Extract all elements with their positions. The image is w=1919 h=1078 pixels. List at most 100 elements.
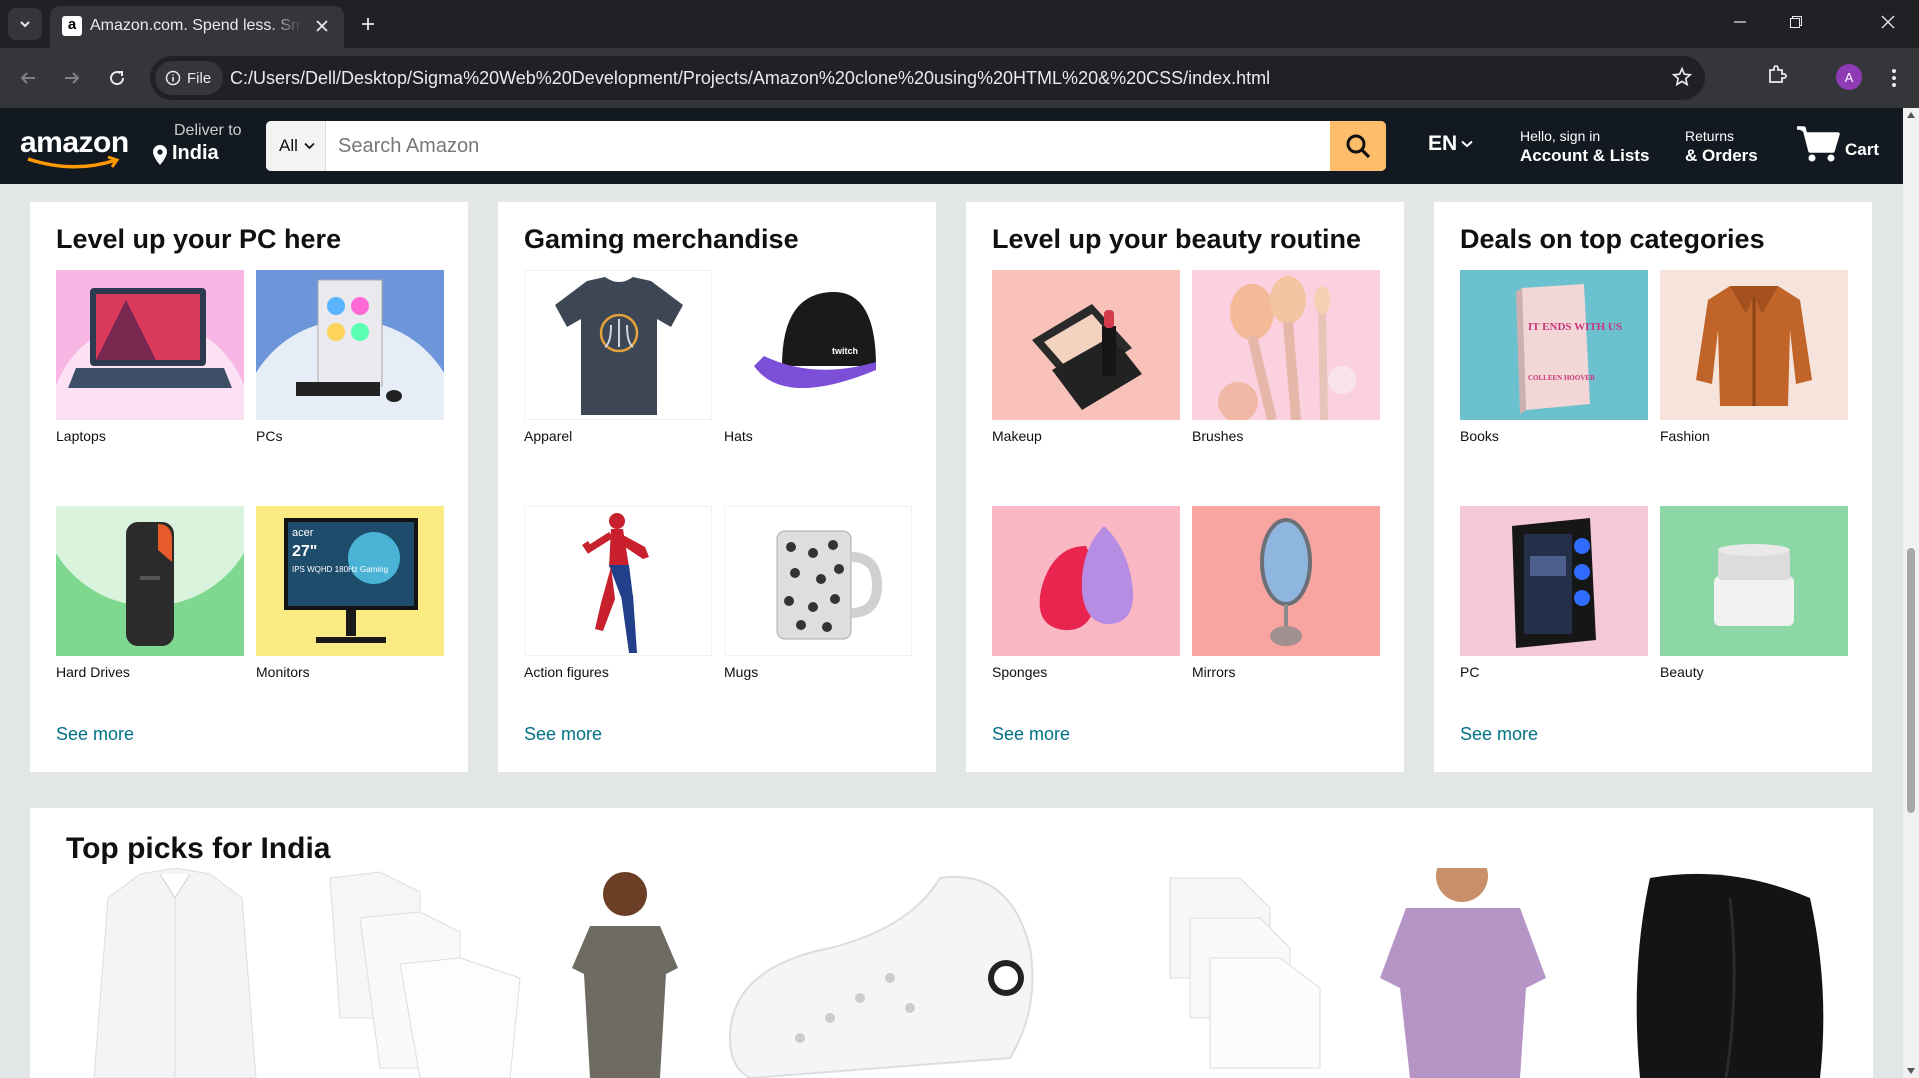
see-more-link[interactable]: See more [1460,724,1538,745]
cart-label: Cart [1845,140,1880,159]
language-selector[interactable]: EN [1428,132,1473,156]
close-icon [316,20,328,32]
address-bar[interactable]: File C:/Users/Dell/Desktop/Sigma%20Web%2… [150,56,1705,100]
close-icon [1881,15,1895,29]
tile-mirrors[interactable]: Mirrors [1192,506,1380,680]
scrollbar-thumb[interactable] [1907,548,1915,813]
tile-sponges[interactable]: Sponges [992,506,1180,680]
tile-hats[interactable]: twitch Hats [724,270,912,444]
tab-search-button[interactable] [8,8,42,40]
gaming-pc-image [1460,506,1648,656]
account-label: Account & Lists [1520,146,1650,165]
book-author-text: COLLEEN HOOVER [1528,374,1596,382]
bookmark-star-button[interactable] [1671,66,1693,93]
tile-laptops[interactable]: Laptops [56,270,244,444]
file-label: File [187,69,212,87]
tile-apparel[interactable]: Apparel [524,270,712,444]
pick-black-shorts[interactable] [1630,868,1830,1078]
scroll-down-arrow-icon[interactable] [1907,1068,1915,1074]
url-text[interactable]: C:/Users/Dell/Desktop/Sigma%20Web%20Deve… [230,68,1270,89]
minimize-button[interactable] [1712,0,1768,44]
returns-and-orders[interactable]: Returns & Orders [1685,128,1758,166]
chevron-down-icon [1461,140,1473,148]
sponges-image [992,506,1180,656]
tile-mugs[interactable]: Mugs [724,506,912,680]
tshirt-image [524,270,712,420]
reload-button[interactable] [101,62,133,94]
monitor-size-text: 27" [292,543,317,560]
hard-drive-image [56,506,244,656]
see-more-link[interactable]: See more [56,724,134,745]
tile-label: Hats [724,428,753,444]
new-tab-button[interactable] [352,8,384,40]
browser-tab[interactable]: a Amazon.com. Spend less. Smile more. [50,6,344,48]
location-pin-icon [153,145,167,165]
tile-monitors[interactable]: acer 27" IPS WQHD 180Hz Gaming Monitors [256,506,444,680]
amazon-logo[interactable]: amazon [20,126,130,170]
card-pc: Level up your PC here Laptops PCs Hard D… [30,202,468,772]
top-picks-title: Top picks for India [66,832,331,865]
tile-action-figures[interactable]: Action figures [524,506,712,680]
orders-label: & Orders [1685,146,1758,165]
see-more-link[interactable]: See more [524,724,602,745]
more-vertical-icon [1892,69,1896,87]
pc-image [256,270,444,420]
tile-label: Apparel [524,428,573,444]
tile-label: Brushes [1192,428,1244,444]
action-figure-image [524,506,712,656]
monitor-brand-text: acer [292,527,314,539]
tile-label: Monitors [256,664,310,680]
pick-white-tees[interactable] [310,868,530,1078]
tile-hard-drives[interactable]: Hard Drives [56,506,244,680]
tile-label: PC [1460,664,1480,680]
see-more-link[interactable]: See more [992,724,1070,745]
search-category-select[interactable]: All [266,121,326,171]
browser-menu-button[interactable] [1880,62,1908,94]
tile-label: Books [1460,428,1499,444]
amazon-navbar: amazon Deliver to India All EN Hello, si… [0,108,1903,184]
forward-button[interactable] [56,62,88,94]
monitor-image: acer 27" IPS WQHD 180Hz Gaming [256,506,444,656]
tab-close-button[interactable] [310,14,334,38]
jacket-image [1660,270,1848,420]
tile-label: Fashion [1660,428,1710,444]
site-info-chip[interactable]: File [155,61,223,95]
pick-white-clogs[interactable] [710,868,1060,1078]
extensions-button[interactable] [1766,62,1790,91]
account-and-lists[interactable]: Hello, sign in Account & Lists [1520,128,1649,166]
card-title: Gaming merchandise [524,224,799,254]
tile-pcs[interactable]: PCs [256,270,444,444]
search-button[interactable] [1330,121,1386,171]
page-scrollbar[interactable] [1903,108,1919,1078]
tile-pc[interactable]: PC [1460,506,1648,680]
tile-brushes[interactable]: Brushes [1192,270,1380,444]
scroll-up-arrow-icon[interactable] [1907,112,1915,118]
amazon-favicon-icon: a [62,16,82,36]
minimize-icon [1734,21,1746,23]
tile-fashion[interactable]: Fashion [1660,270,1848,444]
browser-toolbar: File C:/Users/Dell/Desktop/Sigma%20Web%2… [0,48,1919,108]
tab-title: Amazon.com. Spend less. Smile more. [90,17,302,34]
profile-avatar[interactable]: A [1836,64,1862,90]
mirror-image [1192,506,1380,656]
pick-grey-tee[interactable] [560,868,690,1078]
top-picks-section: Top picks for India [30,808,1873,1078]
chevron-down-icon [20,21,30,28]
pick-white-shirt[interactable] [80,867,270,1078]
tile-label: Sponges [992,664,1048,680]
close-window-button[interactable] [1860,0,1916,44]
pick-white-tee-stack[interactable] [1130,868,1330,1078]
search-input[interactable] [326,121,1326,171]
back-button[interactable] [12,62,44,94]
card-title: Level up your beauty routine [992,224,1362,254]
pick-lavender-tee[interactable] [1370,850,1550,1078]
tile-books[interactable]: IT ENDS WITH US COLLEEN HOOVER Books [1460,270,1648,444]
laptop-image [56,270,244,420]
tile-beauty[interactable]: Beauty [1660,506,1848,680]
tile-label: Action figures [524,664,609,680]
restore-button[interactable] [1768,0,1824,44]
search-bar: All [266,121,1386,171]
mug-image [724,506,912,656]
cart-button[interactable]: Cart [1795,124,1879,164]
tile-makeup[interactable]: Makeup [992,270,1180,444]
